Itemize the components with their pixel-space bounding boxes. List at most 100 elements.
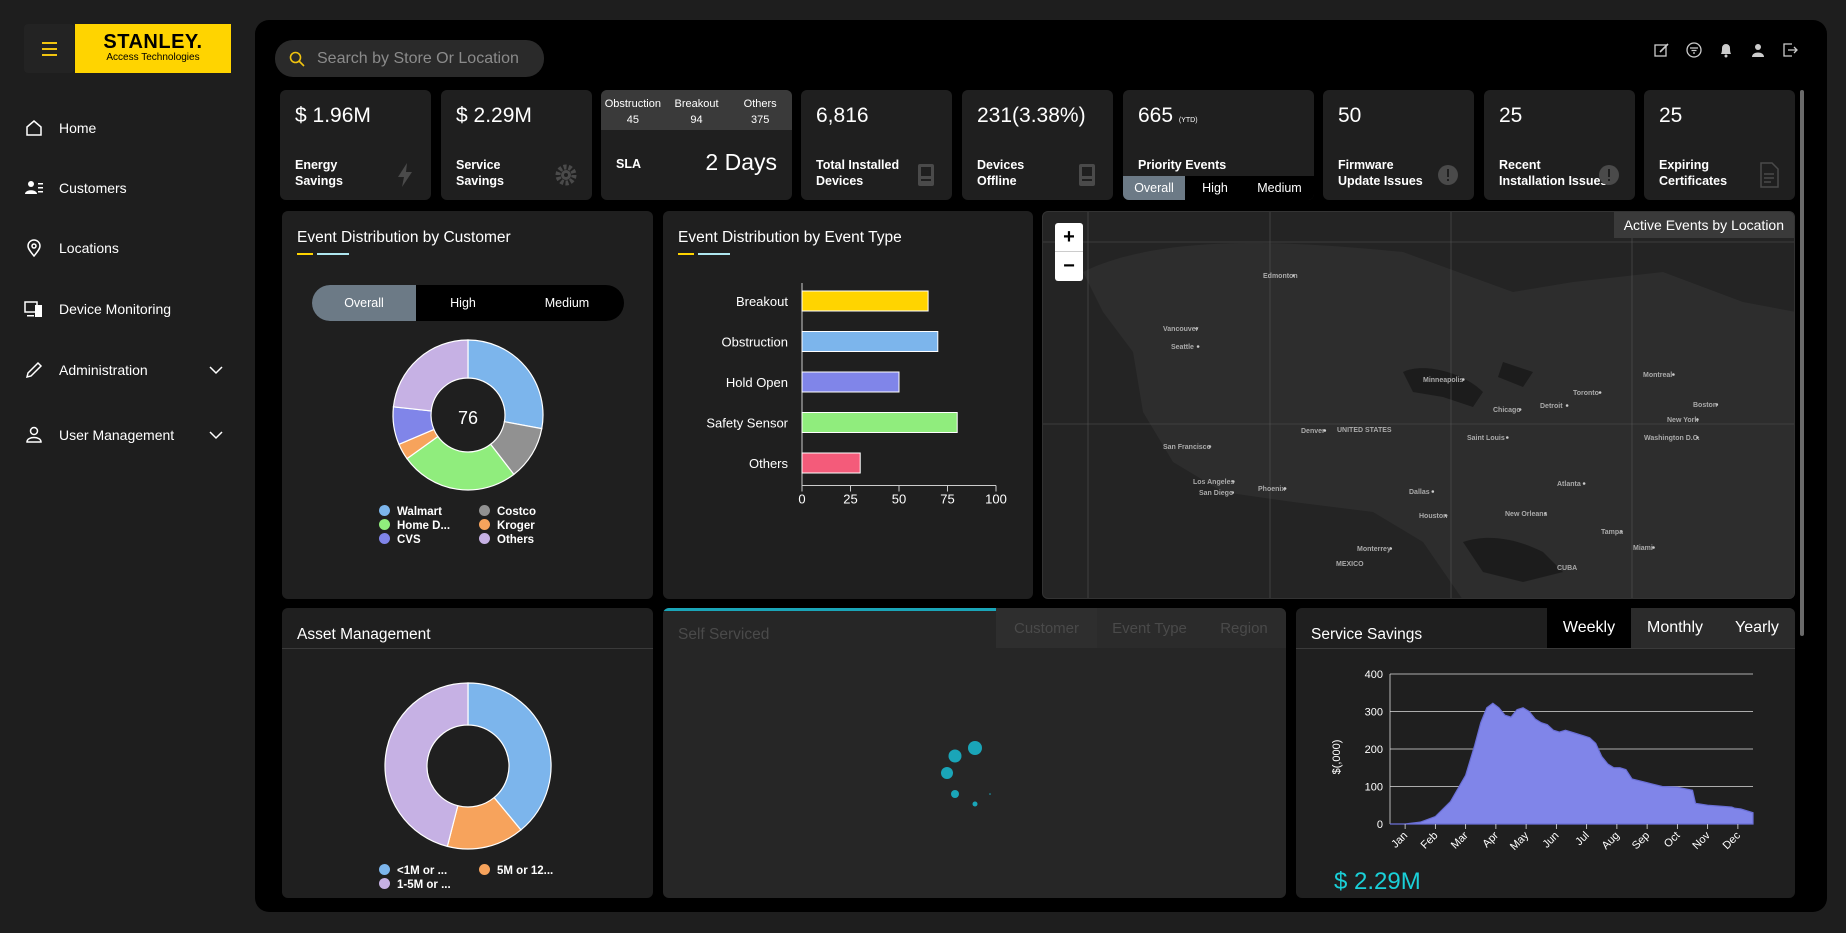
kpi-energy-savings[interactable]: $ 1.96M Energy Savings bbox=[280, 90, 431, 200]
x-tick-label: Jan bbox=[1389, 830, 1410, 851]
legend-item[interactable]: Others bbox=[479, 533, 579, 546]
chevron-down-icon bbox=[209, 431, 223, 440]
x-tick-label: Feb bbox=[1419, 830, 1441, 852]
category-label: Safety Sensor bbox=[706, 416, 788, 431]
x-tick-label: Sep bbox=[1630, 830, 1652, 852]
city-marker[interactable] bbox=[1196, 345, 1200, 348]
panel-title: Self Serviced bbox=[678, 626, 770, 643]
service-savings-area-chart: 0 100 200 300 400 $(,000) Jan Feb Mar Apr May Jun Ju… bbox=[1331, 669, 1754, 853]
city-label: UNITED STATES bbox=[1337, 427, 1392, 434]
city-marker[interactable] bbox=[1565, 404, 1569, 407]
alert-icon bbox=[1438, 165, 1458, 185]
bar-hold-open[interactable] bbox=[801, 371, 900, 393]
legend-marker bbox=[379, 878, 390, 889]
legend-item[interactable]: Kroger bbox=[479, 519, 579, 532]
panel-service-savings: Service Savings Weekly Monthly Yearly 01… bbox=[1296, 608, 1795, 898]
gear-icon bbox=[555, 164, 577, 186]
city-marker[interactable] bbox=[1506, 436, 1509, 439]
legend-item[interactable]: 5M or 12... bbox=[479, 864, 579, 877]
kpi-value: 231(3.38%) bbox=[977, 104, 1086, 127]
event-type-bar-chart: Breakout Obstruction Hold Open Safety Senso… bbox=[706, 283, 1007, 507]
profile-icon[interactable] bbox=[1750, 42, 1766, 58]
panel-self-serviced: Self Serviced Customer Event Type Region bbox=[663, 608, 1286, 898]
device-icon bbox=[1079, 164, 1095, 186]
bar-safety-sensor[interactable] bbox=[801, 412, 958, 433]
logout-icon[interactable] bbox=[1782, 42, 1798, 58]
legend-item[interactable]: 1-5M or ... bbox=[379, 878, 479, 891]
kpi-value: 6,816 bbox=[816, 104, 869, 127]
nav-item-device-monitoring[interactable]: Device Monitoring bbox=[24, 297, 224, 321]
city-marker[interactable] bbox=[1582, 482, 1586, 485]
bar-others[interactable] bbox=[801, 452, 861, 474]
tab-event-type[interactable]: Event Type bbox=[1097, 608, 1202, 648]
nav-item-user-management[interactable]: User Management bbox=[24, 423, 224, 447]
tab-medium[interactable]: Medium bbox=[1245, 176, 1314, 200]
tab-overall[interactable]: Overall bbox=[1123, 176, 1185, 200]
legend-item[interactable]: Walmart bbox=[379, 505, 479, 518]
panel-asset-management: Asset Management <1M or ... 5M or 12... 1-… bbox=[282, 608, 653, 898]
city-label: Monterrey bbox=[1357, 546, 1391, 553]
nav-item-locations[interactable]: Locations bbox=[24, 236, 224, 260]
x-tick-label: Jul bbox=[1573, 830, 1591, 848]
x-tick-label: Aug bbox=[1600, 830, 1622, 852]
kpi-firmware-issues[interactable]: 50 Firmware Update Issues bbox=[1323, 90, 1474, 200]
y-tick-label: 400 bbox=[1365, 669, 1383, 681]
document-icon bbox=[1760, 162, 1779, 188]
kpi-service-savings[interactable]: $ 2.29M Service Savings bbox=[441, 90, 592, 200]
bar-breakout[interactable] bbox=[801, 290, 929, 312]
city-label: Houston bbox=[1419, 513, 1447, 520]
nav-label-locations: Locations bbox=[59, 240, 119, 256]
nav-label-administration: Administration bbox=[59, 362, 148, 378]
kpi-label: Service Savings bbox=[456, 158, 504, 188]
nav-item-administration[interactable]: Administration bbox=[24, 358, 224, 382]
city-marker[interactable] bbox=[1598, 391, 1602, 394]
kpi-total-installed[interactable]: 6,816 Total Installed Devices bbox=[801, 90, 952, 200]
customer-slice[interactable] bbox=[392, 339, 469, 412]
asset-legend: <1M or ... 5M or 12... 1-5M or ... bbox=[379, 864, 579, 891]
legend-item[interactable]: Costco bbox=[479, 505, 579, 518]
city-label: Washington D.C. bbox=[1644, 435, 1700, 442]
scrollbar[interactable] bbox=[1800, 90, 1804, 636]
zoom-out-button[interactable]: − bbox=[1055, 252, 1083, 281]
bar-obstruction[interactable] bbox=[801, 331, 939, 352]
kpi-recent-installation[interactable]: 25 Recent Installation Issues bbox=[1484, 90, 1635, 200]
kpi-priority-events[interactable]: 665 (YTD) Priority Events Overall High M… bbox=[1123, 90, 1314, 200]
legend-item[interactable]: Home D... bbox=[379, 519, 479, 532]
stanley-logo: STANLEY. Access Technologies bbox=[75, 24, 231, 73]
city-label: CUBA bbox=[1557, 565, 1577, 572]
city-marker[interactable] bbox=[1431, 490, 1435, 493]
city-label: Los Angeles bbox=[1193, 479, 1234, 486]
savings-area-series[interactable] bbox=[1390, 702, 1754, 825]
kpi-expiring-certificates[interactable]: 25 Expiring Certificates bbox=[1644, 90, 1795, 200]
kpi-devices-offline[interactable]: 231(3.38%) Devices Offline bbox=[962, 90, 1113, 200]
edit-icon[interactable] bbox=[1654, 42, 1670, 58]
legend-marker bbox=[479, 505, 490, 516]
search-input[interactable]: Search by Store Or Location bbox=[317, 50, 519, 68]
city-label: Tampa bbox=[1601, 529, 1623, 536]
home-icon bbox=[26, 120, 42, 136]
category-label: Obstruction bbox=[722, 335, 788, 350]
legend-item[interactable]: CVS bbox=[379, 533, 479, 546]
kpi-label: Priority Events bbox=[1138, 158, 1227, 172]
zoom-in-button[interactable]: + bbox=[1055, 223, 1083, 252]
priority-tabs: Overall High Medium bbox=[1123, 176, 1314, 200]
x-tick-label: Nov bbox=[1690, 829, 1713, 852]
x-tick-label: 0 bbox=[798, 492, 805, 507]
menu-toggle-button[interactable] bbox=[24, 24, 74, 73]
filter-icon[interactable] bbox=[1686, 42, 1702, 58]
city-label: Seattle bbox=[1171, 344, 1194, 351]
kpi-sla[interactable]: Obstruction 45 Breakout 94 Others 375 SLA 2… bbox=[601, 90, 792, 200]
customer-slice[interactable] bbox=[467, 339, 544, 430]
search-bar[interactable]: Search by Store Or Location bbox=[275, 40, 544, 77]
customer-legend: Walmart Costco Home D... Kroger CVS Others bbox=[379, 505, 579, 546]
nav-item-home[interactable]: Home bbox=[24, 116, 224, 140]
tab-region[interactable]: Region bbox=[1202, 608, 1286, 648]
tab-high[interactable]: High bbox=[1185, 176, 1245, 200]
bell-icon[interactable] bbox=[1718, 42, 1734, 58]
city-marker[interactable] bbox=[1672, 373, 1675, 376]
legend-item[interactable]: <1M or ... bbox=[379, 864, 479, 877]
map-canvas[interactable]: Edmonton Vancouver Seattle Minneapolis Montr… bbox=[1043, 212, 1795, 599]
nav-item-customers[interactable]: Customers bbox=[24, 176, 224, 200]
city-label: Saint Louis bbox=[1467, 435, 1505, 442]
tab-customer[interactable]: Customer bbox=[996, 608, 1097, 648]
